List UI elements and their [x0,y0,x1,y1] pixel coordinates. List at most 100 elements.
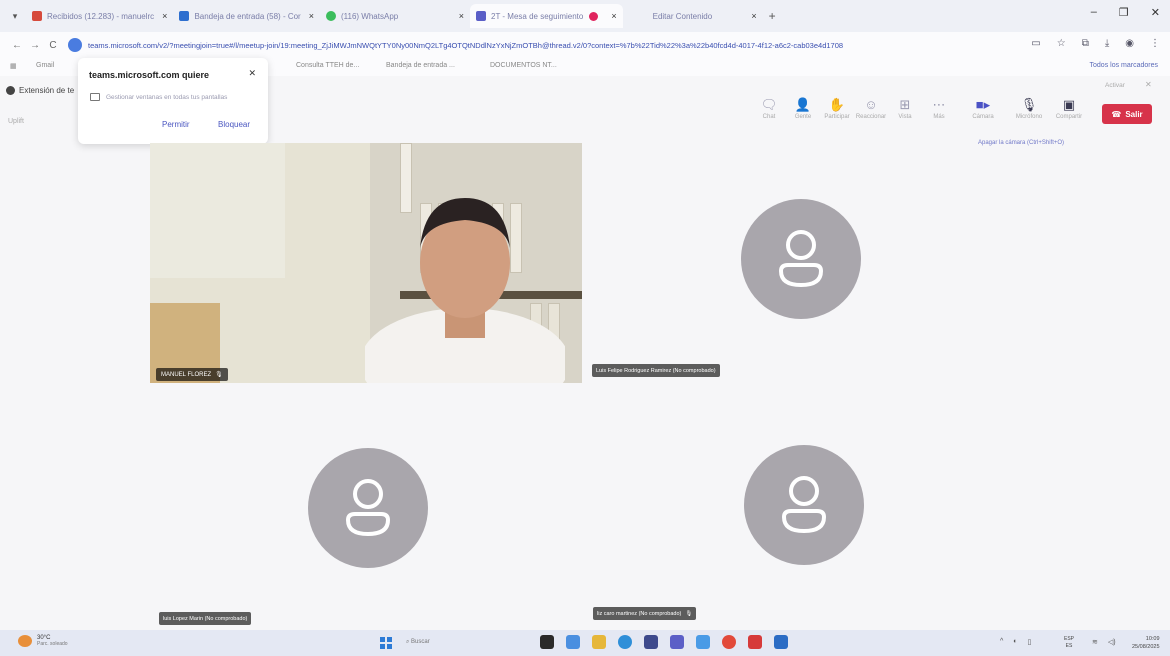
participant-avatar[interactable] [744,445,864,565]
new-tab-icon[interactable]: + [769,9,776,23]
app-icon[interactable] [566,635,580,649]
extension-label: Extensión de te [19,86,75,95]
maximize-icon[interactable]: ❐ [1119,6,1129,19]
notepad-icon[interactable] [696,635,710,649]
bookmark-documentos[interactable]: DOCUMENTOS NT... [490,62,557,69]
quick-settings[interactable]: ≋ ◁) [1092,638,1116,646]
close-icon[interactable]: × [162,11,167,21]
forward-icon[interactable]: → [26,40,44,51]
raise-label: Participar [824,114,850,120]
lang-secondary: ES [1065,643,1073,649]
tab-label: 2T - Mesa de seguimiento [491,11,584,21]
task-view-icon[interactable] [540,635,554,649]
reload-icon[interactable]: C [44,40,62,51]
leave-label: Salir [1125,109,1143,119]
extensions-icon[interactable]: ⧉ [1082,38,1089,49]
taskbar-clock[interactable]: 10:09 25/08/2025 [1132,635,1160,651]
activate-link[interactable]: Activar [1105,82,1125,89]
all-bookmarks[interactable]: Todos los marcadores [1090,62,1158,69]
battery-icon[interactable]: ▯ [1028,638,1032,646]
people-icon: 👤 [794,97,812,112]
windows-start-icon[interactable] [380,637,392,649]
people-button[interactable]: 👤 Gente [786,96,820,120]
site-info-icon[interactable] [68,38,82,52]
participant-name: luis Lopez Marin (No comprobado) [163,615,248,622]
network-status-icon[interactable]: ◐ [1013,638,1017,646]
camera-icon: ■▸ [975,97,991,112]
chat-icon: 🗨 [760,97,778,112]
close-window-icon[interactable]: ✕ [1151,6,1160,19]
popup-desc-text: Gestionar ventanas en todas tus pantalla… [106,93,228,101]
chat-button[interactable]: 🗨 Chat [752,96,786,120]
grid-icon: ⊞ [899,97,911,112]
tab-outlook[interactable]: Bandeja de entrada (58) - Cor × [173,4,320,28]
cast-icon[interactable]: ▭ [1031,38,1040,49]
view-button[interactable]: ⊞ Vista [888,96,922,120]
participant-name-tag: MANUEL FLOREZ 🎙 [156,368,228,381]
camera-button[interactable]: ■▸ Cámara [966,96,1000,120]
tab-whatsapp[interactable]: (116) WhatsApp × [320,4,470,28]
chevron-up-icon[interactable]: ^ [1000,638,1003,646]
file-explorer-icon[interactable] [592,635,606,649]
whatsapp-icon [326,11,336,21]
participant-name-tag: liz caro martinez (No comprobado) 🎙 [593,607,697,620]
close-icon[interactable]: × [611,11,616,21]
edge-icon[interactable] [618,635,632,649]
window-controls: – ❐ ✕ [1091,6,1160,19]
search-label: Buscar [411,639,430,645]
chrome-icon[interactable] [722,635,736,649]
apps-icon[interactable]: ▦ [10,62,17,70]
share-button[interactable]: ▣ Compartir [1052,96,1086,120]
react-button[interactable]: ☺ Reaccionar [854,96,888,120]
menu-icon[interactable]: ⋮ [1150,38,1160,49]
close-icon[interactable]: × [309,11,314,21]
participant-name-tag: Luis Felipe Rodriguez Ramirez (No compro… [592,364,720,377]
hand-icon: ✋ [828,97,846,112]
bookmark-consulta[interactable]: Consulta TTEH de... [296,62,359,69]
close-icon[interactable]: × [459,11,464,21]
more-button[interactable]: ⋯ Más [922,96,956,120]
url-input[interactable]: teams.microsoft.com/v2/?meetingjoin=true… [68,35,1008,55]
mic-button[interactable]: 🎙 Micrófono [1012,96,1046,120]
camera-tooltip: Apagar la cámara (Ctrl+Shift+O) [978,140,1065,146]
meeting-toolbar: 🗨 Chat 👤 Gente ✋ Participar ☺ Reaccionar ⊞ Vi… [752,96,1086,134]
mic-muted-icon: 🎙 [685,610,693,617]
bookmark-bandeja[interactable]: Bandeja de entrada ... [386,62,455,69]
tab-editar-contenido[interactable]: Editar Contenido × [623,4,763,28]
weather-widget[interactable]: 30°C Parc. soleado [18,635,68,647]
participant-avatar[interactable] [741,199,861,319]
leave-button[interactable]: ☎ Salir [1102,104,1152,124]
smile-icon: ☺ [864,97,878,112]
tab-search-icon[interactable]: ▾ [4,11,26,22]
tab-teams-meeting[interactable]: 2T - Mesa de seguimiento × [470,4,623,28]
block-button[interactable]: Bloquear [218,120,250,129]
tab-label: Bandeja de entrada (58) - Cor [194,11,301,21]
acrobat-icon[interactable] [748,635,762,649]
allow-button[interactable]: Permitir [162,120,190,129]
popup-close-icon[interactable]: ✕ [248,68,256,79]
participant-avatar[interactable] [308,448,428,568]
taskbar-search[interactable]: ⌕ Buscar [406,639,430,646]
teams-app-icon[interactable] [670,635,684,649]
download-icon[interactable]: ⤓ [1105,38,1109,49]
minimize-icon[interactable]: – [1091,6,1097,19]
bookmark-gmail[interactable]: Gmail [36,62,54,69]
weather-desc: Parc. soleado [37,641,68,647]
activate-close-icon[interactable]: ✕ [1145,80,1152,89]
participant-video-tile[interactable] [150,143,582,383]
word-icon[interactable] [774,635,788,649]
weather-icon [18,635,32,647]
profile-icon[interactable]: ◉ [1125,38,1134,49]
tab-gmail[interactable]: Recibidos (12.283) - manuelrc × [26,4,173,28]
raise-hand-button[interactable]: ✋ Participar [820,96,854,120]
wifi-icon: ≋ [1092,639,1098,646]
popup-description: Gestionar ventanas en todas tus pantalla… [90,93,227,101]
browser-tab-strip: ▾ Recibidos (12.283) - manuelrc × Bandej… [0,0,1170,32]
extension-item[interactable]: Extensión de te [6,86,74,95]
star-icon[interactable]: ☆ [1057,38,1066,49]
close-icon[interactable]: × [751,11,756,21]
participant-name: Luis Felipe Rodriguez Ramirez (No compro… [596,367,716,374]
language-indicator[interactable]: ESP ES [1064,636,1074,650]
back-icon[interactable]: ← [8,40,26,51]
store-icon[interactable] [644,635,658,649]
